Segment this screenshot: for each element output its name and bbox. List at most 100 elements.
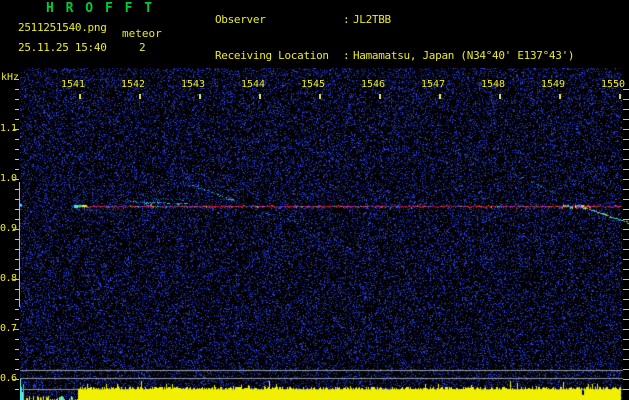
file-name: 2511251540.png xyxy=(18,21,107,34)
right-minor-tick xyxy=(623,239,629,240)
hrofft-window: H R O F F T 2511251540.png meteor 25.11.… xyxy=(0,0,629,400)
right-minor-tick xyxy=(623,289,629,290)
freq-minor-tick xyxy=(15,299,19,300)
freq-minor-tick xyxy=(15,89,19,90)
time-tick-mark xyxy=(499,94,501,99)
freq-minor-tick xyxy=(15,149,19,150)
freq-tick-label: 1.1 xyxy=(0,123,14,134)
right-minor-tick xyxy=(623,339,629,340)
freq-minor-tick xyxy=(15,189,19,190)
freq-tick-label: 0.7 xyxy=(0,323,14,334)
right-minor-tick xyxy=(623,159,629,160)
time-tick-mark xyxy=(379,94,381,99)
time-tick-mark xyxy=(79,94,81,99)
freq-minor-tick xyxy=(15,369,19,370)
freq-major-tick xyxy=(13,179,19,180)
freq-minor-tick xyxy=(15,249,19,250)
freq-minor-tick xyxy=(15,209,19,210)
freq-major-tick xyxy=(13,329,19,330)
time-tick-mark xyxy=(199,94,201,99)
right-minor-tick xyxy=(623,119,629,120)
datetime-label: 25.11.25 15:40 xyxy=(18,41,107,54)
time-tick-label: 1543 xyxy=(181,79,205,90)
time-tick-mark xyxy=(259,94,261,99)
freq-minor-tick xyxy=(15,319,19,320)
freq-tick-label: 0.6 xyxy=(0,373,14,384)
right-minor-tick xyxy=(623,149,629,150)
right-minor-tick xyxy=(623,349,629,350)
time-tick-label: 1542 xyxy=(121,79,145,90)
right-minor-tick xyxy=(623,329,629,330)
right-minor-tick xyxy=(623,219,629,220)
freq-major-tick xyxy=(13,279,19,280)
freq-major-tick xyxy=(13,129,19,130)
right-minor-tick xyxy=(623,229,629,230)
freq-minor-tick xyxy=(15,269,19,270)
freq-minor-tick xyxy=(15,199,19,200)
freq-tick-label: 1.0 xyxy=(0,173,14,184)
right-minor-tick xyxy=(623,189,629,190)
right-minor-tick xyxy=(623,389,629,390)
station-info-row: Observer:JL2TBB xyxy=(177,2,574,38)
freq-minor-tick xyxy=(15,339,19,340)
frequency-unit-label: kHz xyxy=(1,72,19,83)
freq-tick-label: 0.8 xyxy=(0,273,14,284)
spectrogram-canvas xyxy=(20,68,629,400)
freq-minor-tick xyxy=(15,359,19,360)
time-tick-mark xyxy=(139,94,141,99)
right-minor-tick xyxy=(623,259,629,260)
right-minor-tick xyxy=(623,89,629,90)
right-minor-tick xyxy=(623,249,629,250)
info-colon: : xyxy=(343,50,353,62)
app-title: H R O F F T xyxy=(46,1,154,16)
meteor-count-label: 2 xyxy=(139,41,146,54)
time-tick-label: 1547 xyxy=(421,79,445,90)
right-minor-tick xyxy=(623,279,629,280)
right-minor-tick xyxy=(623,359,629,360)
right-minor-tick xyxy=(623,369,629,370)
right-minor-tick xyxy=(623,319,629,320)
freq-major-tick xyxy=(13,229,19,230)
time-tick-mark xyxy=(439,94,441,99)
freq-minor-tick xyxy=(15,169,19,170)
right-minor-tick xyxy=(623,309,629,310)
time-tick-label: 1548 xyxy=(481,79,505,90)
right-minor-tick xyxy=(623,209,629,210)
freq-minor-tick xyxy=(15,99,19,100)
time-tick-mark xyxy=(319,94,321,99)
freq-minor-tick xyxy=(15,219,19,220)
info-colon: : xyxy=(343,14,353,26)
time-tick-label: 1550 xyxy=(601,79,625,90)
right-minor-tick xyxy=(623,179,629,180)
freq-minor-tick xyxy=(15,349,19,350)
right-minor-tick xyxy=(623,199,629,200)
freq-tick-label: 0.9 xyxy=(0,223,14,234)
time-tick-label: 1546 xyxy=(361,79,385,90)
time-tick-mark xyxy=(619,94,621,99)
time-tick-label: 1544 xyxy=(241,79,265,90)
freq-minor-tick xyxy=(15,239,19,240)
mode-label: meteor xyxy=(122,27,162,40)
freq-minor-tick xyxy=(15,139,19,140)
freq-minor-tick xyxy=(15,259,19,260)
right-minor-tick xyxy=(623,109,629,110)
time-tick-label: 1545 xyxy=(301,79,325,90)
time-tick-label: 1549 xyxy=(541,79,565,90)
right-minor-tick xyxy=(623,139,629,140)
freq-minor-tick xyxy=(15,159,19,160)
right-minor-tick xyxy=(623,129,629,130)
right-minor-tick xyxy=(623,169,629,170)
freq-major-tick xyxy=(13,379,19,380)
freq-minor-tick xyxy=(15,119,19,120)
freq-minor-tick xyxy=(15,289,19,290)
info-value: JL2TBB xyxy=(353,13,391,26)
info-value: Hamamatsu, Japan (N34°40' E137°43') xyxy=(353,49,574,62)
freq-minor-tick xyxy=(15,389,19,390)
scale-marker-line xyxy=(19,182,20,307)
freq-minor-tick xyxy=(15,109,19,110)
right-minor-tick xyxy=(623,379,629,380)
time-tick-mark xyxy=(559,94,561,99)
freq-minor-tick xyxy=(15,309,19,310)
right-minor-tick xyxy=(623,299,629,300)
right-minor-tick xyxy=(623,269,629,270)
